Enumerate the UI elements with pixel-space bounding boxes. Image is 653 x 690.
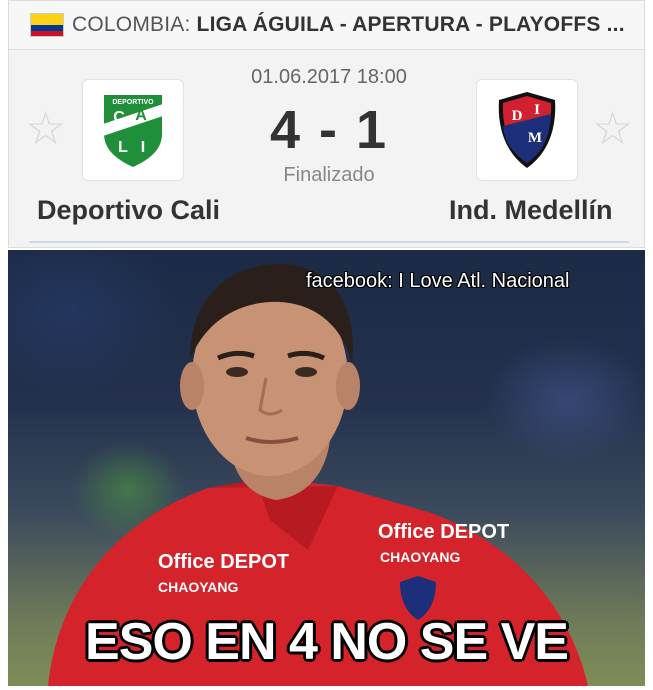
shirt-sponsor-left-2: CHAOYANG: [158, 579, 238, 595]
shirt-sponsor-right: Office DEPOT: [378, 521, 509, 543]
match-score: 4 - 1: [269, 100, 389, 160]
home-crest-letter-a: A: [135, 107, 147, 124]
league-header[interactable]: COLOMBIA: LIGA ÁGUILA - APERTURA - PLAYO…: [9, 1, 644, 50]
away-team-logo[interactable]: D I M: [476, 79, 578, 181]
league-competition: LIGA ÁGUILA - APERTURA - PLAYOFFS ...: [196, 13, 625, 36]
home-crest-letter-l: L: [118, 139, 128, 156]
home-crest-letter-i: I: [141, 139, 145, 156]
meme-caption: ESO EN 4 NO SE VE: [85, 613, 569, 671]
away-crest-letter-m: M: [528, 130, 542, 146]
home-crest-letter-c: C: [113, 109, 125, 126]
shirt-sponsor-left: Office DEPOT: [158, 551, 289, 573]
match-status: Finalizado: [283, 164, 375, 186]
home-team-logo[interactable]: DEPORTIVO C A L I: [82, 79, 184, 181]
away-crest-letter-d: D: [512, 108, 523, 124]
divider: [29, 241, 629, 243]
home-team-name[interactable]: Deportivo Cali: [37, 195, 220, 226]
match-datetime: 01.06.2017 18:00: [251, 66, 407, 88]
favorite-home-star-icon[interactable]: ☆: [25, 105, 66, 151]
favorite-away-star-icon[interactable]: ☆: [592, 105, 633, 151]
league-country: COLOMBIA:: [72, 13, 191, 36]
match-card[interactable]: COLOMBIA: LIGA ÁGUILA - APERTURA - PLAYO…: [8, 0, 645, 248]
away-team-name[interactable]: Ind. Medellín: [449, 195, 613, 226]
shirt-sponsor-right-2: CHAOYANG: [380, 549, 460, 565]
independiente-medellin-crest-icon: D I M: [498, 92, 556, 168]
away-crest-letter-i: I: [534, 102, 540, 118]
home-crest-top-text: DEPORTIVO: [112, 99, 154, 106]
colombia-flag-icon: [31, 14, 63, 36]
facebook-watermark: facebook: I Love Atl. Nacional: [306, 270, 570, 292]
meme-photo: Office DEPOT CHAOYANG Office DEPOT CHAOY…: [8, 250, 645, 686]
deportivo-cali-crest-icon: DEPORTIVO C A L I: [102, 93, 164, 170]
league-title: COLOMBIA: LIGA ÁGUILA - APERTURA - PLAYO…: [72, 13, 625, 37]
